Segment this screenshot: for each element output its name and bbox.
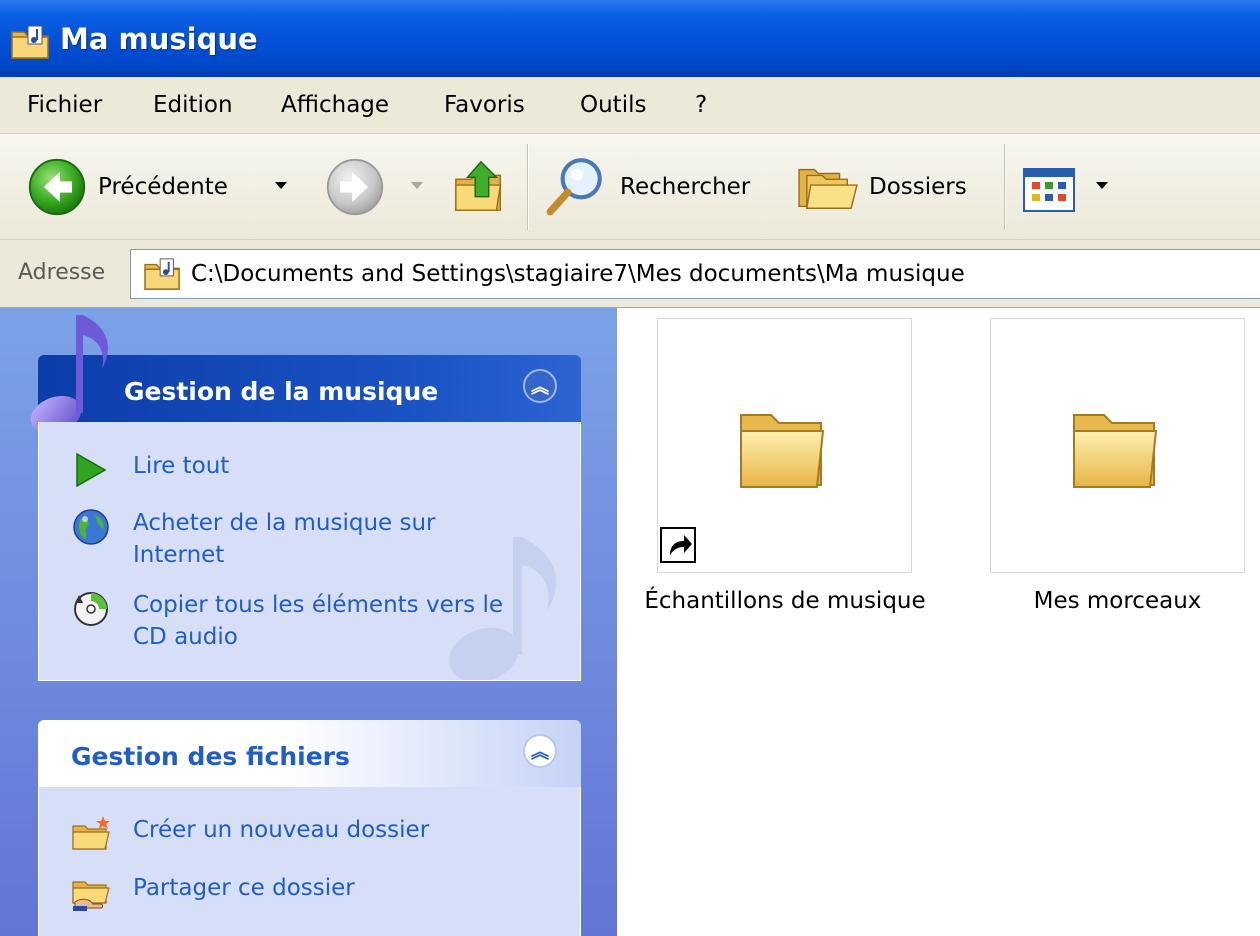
- task-share-folder-label: Partager ce dossier: [133, 875, 355, 901]
- chevron-up-icon: ︽: [531, 377, 549, 398]
- toolbar-separator: [527, 144, 529, 230]
- forward-arrow-icon[interactable]: [325, 157, 385, 217]
- file-tasks-body: Créer un nouveau dossier Partager ce dos…: [38, 787, 581, 936]
- music-folder-icon: [11, 25, 49, 59]
- task-copy-to-cd-label: Copier tous les éléments vers le CD audi…: [133, 592, 504, 650]
- folder-icon: [740, 414, 825, 488]
- task-new-folder-label: Créer un nouveau dossier: [133, 817, 430, 843]
- folder-icon: [1073, 414, 1158, 488]
- folder-tile[interactable]: [990, 318, 1245, 573]
- file-tasks-panel: Gestion des fichiers ︽ Créer un nouveau …: [38, 720, 581, 936]
- shortcut-arrow-icon: [660, 527, 696, 563]
- toolbar-separator: [1004, 144, 1006, 230]
- globe-icon: [73, 509, 109, 545]
- task-pane: Gestion de la musique ︽ Lire tout Achete…: [0, 308, 617, 936]
- folders-label: Dossiers: [869, 174, 967, 200]
- music-tasks-title: Gestion de la musique: [124, 377, 439, 406]
- task-play-all-label: Lire tout: [133, 453, 230, 479]
- title-bar[interactable]: Ma musique: [0, 0, 1260, 77]
- search-button[interactable]: Rechercher: [540, 152, 776, 222]
- back-arrow-icon: [28, 158, 86, 216]
- back-label: Précédente: [98, 174, 228, 200]
- folder-tile[interactable]: [657, 318, 912, 573]
- forward-dropdown-arrow[interactable]: [411, 182, 423, 189]
- search-label: Rechercher: [620, 174, 751, 200]
- address-value: C:\Documents and Settings\stagiaire7\Mes…: [191, 261, 965, 287]
- file-tasks-title: Gestion des fichiers: [71, 742, 350, 771]
- menu-bar: Fichier Edition Affichage Favoris Outils…: [0, 77, 1260, 134]
- search-icon: [546, 158, 602, 216]
- folder-label: Mes morceaux: [1033, 588, 1202, 614]
- collapse-music-tasks-button[interactable]: ︽: [523, 369, 557, 403]
- toolbar: Précédente Rechercher Dossiers: [0, 134, 1260, 240]
- music-tasks-panel: Gestion de la musique ︽ Lire tout Achete…: [30, 315, 581, 681]
- play-icon: [76, 452, 107, 488]
- menu-favoris[interactable]: Favoris: [444, 92, 525, 118]
- task-buy-music-label: Acheter de la musique sur Internet: [133, 510, 436, 568]
- new-folder-icon: [72, 816, 110, 850]
- address-input[interactable]: C:\Documents and Settings\stagiaire7\Mes…: [130, 249, 1260, 299]
- back-dropdown-arrow[interactable]: [275, 182, 287, 189]
- share-folder-icon: [72, 881, 110, 911]
- folders-icon: [798, 168, 858, 209]
- menu-help[interactable]: ?: [695, 92, 707, 118]
- menu-affichage[interactable]: Affichage: [281, 92, 389, 118]
- window-title: Ma musique: [60, 22, 258, 56]
- chevron-up-icon: ︽: [531, 742, 549, 763]
- cd-copy-icon: [74, 592, 108, 626]
- music-note-icon: [30, 315, 108, 435]
- music-folder-icon: [144, 258, 180, 290]
- file-tasks-header[interactable]: Gestion des fichiers ︽: [38, 720, 581, 787]
- folder-label: Échantillons de musique: [644, 588, 926, 614]
- collapse-file-tasks-button[interactable]: ︽: [523, 734, 557, 768]
- menu-edition[interactable]: Edition: [153, 92, 233, 118]
- menu-outils[interactable]: Outils: [580, 92, 646, 118]
- views-dropdown-arrow[interactable]: [1096, 182, 1108, 189]
- music-tasks-body: Lire tout Acheter de la musique sur Inte…: [38, 422, 581, 681]
- address-bar: Adresse C:\Documents and Settings\stagia…: [0, 240, 1260, 308]
- menu-fichier[interactable]: Fichier: [27, 92, 102, 118]
- views-icon[interactable]: [1022, 168, 1076, 212]
- folders-button[interactable]: Dossiers: [795, 152, 985, 222]
- address-label: Adresse: [18, 260, 106, 285]
- up-folder-icon[interactable]: [452, 156, 510, 218]
- back-button[interactable]: Précédente: [22, 152, 302, 222]
